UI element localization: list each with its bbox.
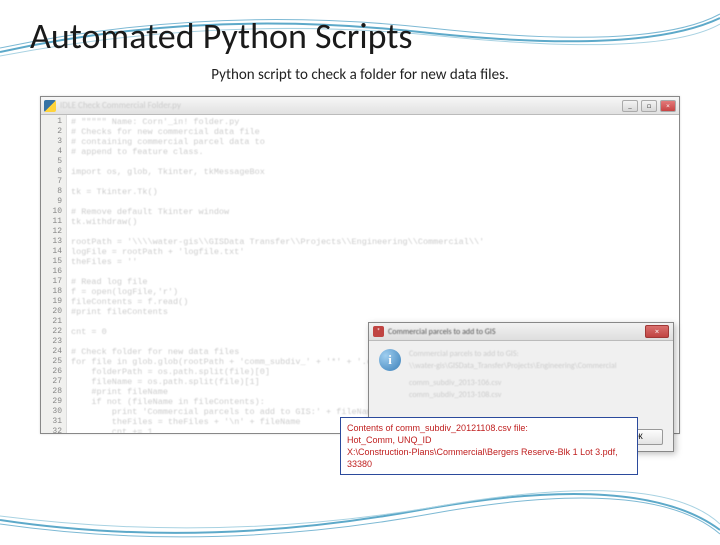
messagebox-body: i Commercial parcels to add to GIS: \\wa… bbox=[369, 341, 673, 410]
messagebox-text: Commercial parcels to add to GIS: \\wate… bbox=[409, 349, 663, 402]
slide-title: Automated Python Scripts bbox=[30, 14, 413, 58]
window-controls: _ □ × bbox=[622, 100, 676, 112]
line-number: 11 bbox=[41, 217, 66, 227]
minimize-button[interactable]: _ bbox=[622, 100, 638, 112]
line-number: 18 bbox=[41, 287, 66, 297]
close-button[interactable]: × bbox=[660, 100, 676, 112]
line-number: 28 bbox=[41, 387, 66, 397]
line-number: 19 bbox=[41, 297, 66, 307]
line-number: 4 bbox=[41, 147, 66, 157]
line-number: 20 bbox=[41, 307, 66, 317]
line-number: 13 bbox=[41, 237, 66, 247]
tooltip-line: X:\Construction-Plans\Commercial\Bergers… bbox=[347, 446, 631, 470]
line-number: 9 bbox=[41, 197, 66, 207]
line-number: 17 bbox=[41, 277, 66, 287]
editor-window-title: IDLE Check Commercial Folder.py bbox=[60, 100, 181, 111]
line-number: 23 bbox=[41, 337, 66, 347]
line-number: 30 bbox=[41, 407, 66, 417]
line-number: 16 bbox=[41, 267, 66, 277]
line-number: 10 bbox=[41, 207, 66, 217]
messagebox-titlebar: * Commercial parcels to add to GIS × bbox=[369, 323, 673, 341]
line-number: 12 bbox=[41, 227, 66, 237]
line-number: 15 bbox=[41, 257, 66, 267]
line-number: 5 bbox=[41, 157, 66, 167]
messagebox-file: comm_subdiv_2013-108.csv bbox=[409, 390, 663, 401]
line-number: 26 bbox=[41, 367, 66, 377]
line-number: 2 bbox=[41, 127, 66, 137]
tooltip-line: Contents of comm_subdiv_20121108.csv fil… bbox=[347, 422, 631, 434]
tooltip-line: Hot_Comm, UNQ_ID bbox=[347, 434, 631, 446]
line-number: 25 bbox=[41, 357, 66, 367]
line-number: 29 bbox=[41, 397, 66, 407]
messagebox-title: Commercial parcels to add to GIS bbox=[388, 327, 496, 337]
line-number: 27 bbox=[41, 377, 66, 387]
line-number: 24 bbox=[41, 347, 66, 357]
line-number: 32 bbox=[41, 427, 66, 433]
messagebox-path: \\water-gis\GISData_Transfer\Projects\En… bbox=[409, 361, 663, 372]
slide-subtitle: Python script to check a folder for new … bbox=[0, 66, 720, 84]
line-number: 21 bbox=[41, 317, 66, 327]
editor-titlebar: IDLE Check Commercial Folder.py _ □ × bbox=[41, 97, 679, 115]
line-number: 1 bbox=[41, 117, 66, 127]
line-number: 8 bbox=[41, 187, 66, 197]
csv-contents-tooltip: Contents of comm_subdiv_20121108.csv fil… bbox=[340, 417, 638, 475]
maximize-button[interactable]: □ bbox=[641, 100, 657, 112]
tk-icon: * bbox=[373, 326, 384, 337]
line-number: 6 bbox=[41, 167, 66, 177]
messagebox-file: comm_subdiv_2013-106.csv bbox=[409, 378, 663, 389]
line-number: 14 bbox=[41, 247, 66, 257]
line-number: 22 bbox=[41, 327, 66, 337]
line-number: 31 bbox=[41, 417, 66, 427]
line-number: 3 bbox=[41, 137, 66, 147]
messagebox-heading: Commercial parcels to add to GIS: bbox=[409, 349, 663, 360]
info-icon: i bbox=[379, 349, 401, 371]
python-icon bbox=[44, 100, 56, 112]
line-number-gutter: 1234567891011121314151617181920212223242… bbox=[41, 115, 67, 433]
messagebox-close-button[interactable]: × bbox=[645, 325, 669, 338]
line-number: 7 bbox=[41, 177, 66, 187]
